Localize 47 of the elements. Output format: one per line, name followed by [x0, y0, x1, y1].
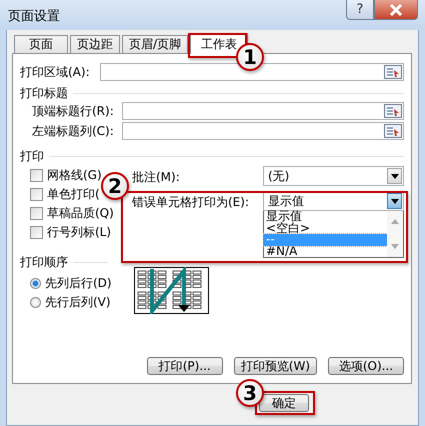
radio-button[interactable]	[30, 278, 41, 289]
scrollbar[interactable]	[387, 211, 403, 257]
input-field[interactable]	[122, 102, 404, 120]
field-label: 错误单元格打印为(E):	[132, 194, 250, 211]
input-field[interactable]	[100, 63, 404, 81]
checkbox-label: 草稿品质(Q)	[47, 205, 114, 222]
input-field[interactable]	[122, 122, 404, 140]
help-button[interactable]: ?	[346, 0, 374, 20]
window-title: 页面设置	[8, 8, 60, 25]
caret-icon	[390, 198, 398, 204]
radio-label: 先行后列(V)	[45, 294, 111, 311]
collapse-dialog-icon[interactable]	[384, 65, 402, 79]
close-button[interactable]	[374, 0, 418, 20]
checkbox-label: 行号列标(L)	[47, 224, 112, 241]
collapse-dialog-icon[interactable]	[384, 124, 402, 138]
dropdown[interactable]: 显示值	[263, 191, 404, 211]
dropdown[interactable]: (无)	[263, 166, 404, 186]
section-heading: 打印标题	[20, 84, 68, 102]
field-label: 打印区域(A):	[20, 64, 91, 80]
ok-button[interactable]: 确定	[259, 394, 309, 412]
scroll-up-icon[interactable]	[391, 219, 399, 224]
caret-icon	[390, 174, 398, 178]
tab[interactable]: 页眉/页脚	[122, 35, 188, 53]
checkbox[interactable]	[30, 169, 43, 182]
checkbox[interactable]	[30, 188, 43, 201]
dialog-button[interactable]: 打印(P)...	[146, 357, 223, 375]
dropdown-option[interactable]: <空白>	[264, 222, 387, 234]
checkbox-label: 单色打印(	[47, 186, 100, 203]
checkbox-label: 网格线(G)	[47, 167, 102, 184]
radio-button[interactable]	[30, 297, 41, 308]
dropdown-option[interactable]: 显示值	[264, 211, 387, 222]
radio-label: 先列后行(D)	[45, 275, 112, 292]
field-label: 左端标题列(C):	[32, 122, 115, 140]
dropdown-option[interactable]: #N/A	[264, 246, 387, 257]
field-label: 顶端标题行(R):	[32, 102, 115, 120]
dialog-button[interactable]: 选项(O)...	[328, 357, 404, 375]
scroll-down-icon[interactable]	[391, 244, 399, 249]
field-label: 批注(M):	[132, 169, 181, 186]
checkbox[interactable]	[30, 226, 43, 239]
dialog-button[interactable]: 打印预览(W)	[234, 357, 317, 375]
collapse-dialog-icon[interactable]	[384, 104, 402, 118]
section-heading: 打印顺序	[20, 254, 68, 270]
tab[interactable]: 页边距	[70, 35, 120, 53]
section-heading: 打印	[20, 148, 44, 164]
tab[interactable]: 页面	[14, 35, 68, 53]
checkbox[interactable]	[30, 207, 43, 220]
close-icon	[389, 4, 403, 16]
